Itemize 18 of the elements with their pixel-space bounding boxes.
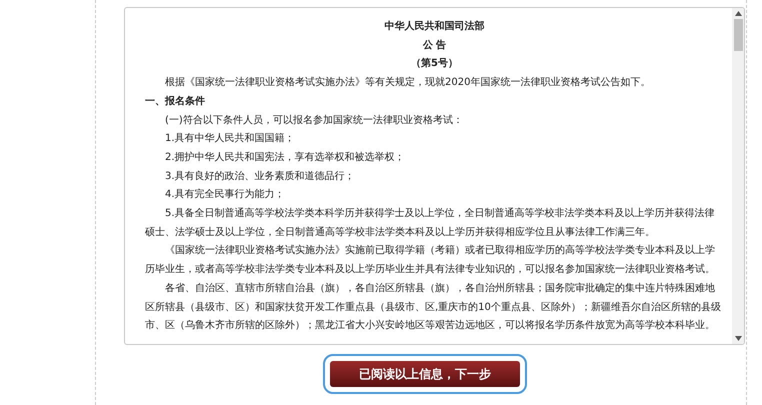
notice-number: （第5号） [410,56,459,72]
scroll-up-icon[interactable] [734,11,742,16]
notice-paragraph: 根据《国家统一法律职业资格考试实施办法》等有关规定，现就2020年国家统一法律职业资格考试公告如下。 [164,76,652,90]
section-heading: 一、报名条件 [145,94,206,109]
notice-issuer: 中华人民共和国司法部 [384,20,486,34]
notice-paragraph: 《国家统一法律职业资格考试实施办法》实施前已取得学籍（考籍）或者已取得相应学历的高等学校法学类专业本科及以上学历毕业生，或者高等学校非法学类专业本科及以上学历毕业生并具有法律专业知识的，可以报名参加国家统一法律职业资格考试。 [145,244,716,278]
notice-paragraph: 3.具有良好的政治、业务素质和道德品行； [164,170,356,184]
scrollbar-thumb[interactable] [734,19,742,51]
notice-paragraph: 4.具有完全民事行为能力； [164,188,286,202]
scroll-down-icon[interactable] [734,336,742,341]
notice-paragraph: 各省、自治区、直辖市所辖自治县（旗），各自治区所辖县（旗），各自治州所辖县；国务院审批确定的集中连片特殊困难地区所辖县（县级市、区）和国家扶贫开发工作重点县（县级市、区,重庆市的10个重点县、区除外）；新疆维吾尔自治区所辖的县级市、区（乌鲁木齐市所辖的区除外）；黑龙江省大小兴安岭地区等艰苦边远地区，可以将报名学历条件放宽为高等学校本科毕业。 [145,282,722,334]
scrollbar[interactable] [732,8,744,344]
notice-paragraph: (一)符合以下条件人员，可以报名参加国家统一法律职业资格考试： [164,114,464,128]
next-step-button[interactable]: 已阅读以上信息，下一步 [330,361,520,387]
notice-title: 公 告 [422,38,448,53]
notice-paragraph: 5.具备全日制普通高等学校法学类本科学历并获得学士及以上学位，全日制普通高等学校非法学类本科及以上学历并获得法律硕士、法学硕士及以上学位，全日制普通高等学校非法学类本科及以上学历并获得相应学位且从事法律工作满三年。 [145,206,716,240]
notice-paragraph: 2.拥护中华人民共和国宪法，享有选举权和被选举权； [164,150,406,165]
notice-paragraph: 1.具有中华人民共和国国籍； [164,132,296,146]
